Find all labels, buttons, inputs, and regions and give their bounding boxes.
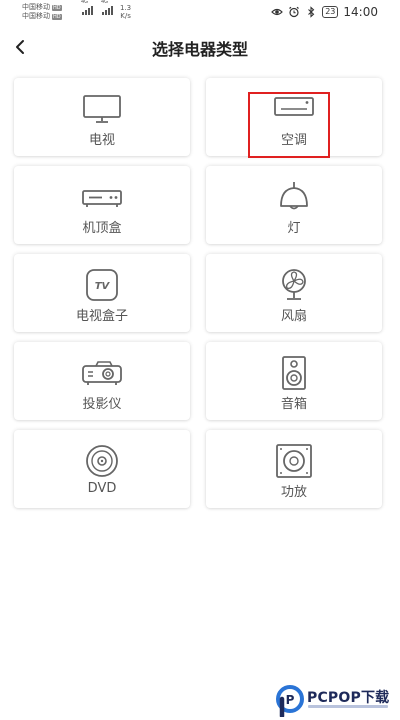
pcpop-logo-icon: P xyxy=(276,685,304,717)
device-card-dvd[interactable]: DVD xyxy=(14,430,190,508)
network-speed: 1.3 K/s xyxy=(120,4,131,20)
status-icons: 23 14:00 xyxy=(271,5,378,19)
speaker-icon xyxy=(282,356,306,390)
amplifier-icon xyxy=(276,444,312,478)
tv-box-icon-text: TV xyxy=(95,281,111,292)
air-conditioner-icon xyxy=(274,97,314,116)
network-type-1: 4G xyxy=(81,0,89,5)
device-card-tv-box[interactable]: TV 电视盒子 xyxy=(14,254,190,332)
hd-badge: HD xyxy=(52,4,62,11)
device-label: 功放 xyxy=(280,485,307,500)
fan-icon xyxy=(282,269,306,300)
device-card-projector[interactable]: 投影仪 xyxy=(14,342,190,420)
device-label: 机顶盒 xyxy=(82,221,122,236)
device-label: 空调 xyxy=(280,133,307,148)
device-label: 电视盒子 xyxy=(75,309,128,324)
speed-unit: K/s xyxy=(120,12,131,20)
battery-icon: 23 xyxy=(322,6,339,18)
tv-box-icon: TV xyxy=(86,269,118,301)
logo-letter: P xyxy=(286,693,295,707)
device-card-speaker[interactable]: 音箱 xyxy=(206,342,382,420)
watermark-text: PCPOP下载 xyxy=(307,690,390,706)
device-label: 风扇 xyxy=(280,309,307,324)
alarm-icon xyxy=(289,6,300,18)
lamp-icon xyxy=(280,182,308,210)
device-label: 音箱 xyxy=(280,397,307,412)
bluetooth-icon xyxy=(308,6,315,18)
device-label: 灯 xyxy=(287,221,301,236)
signal-icon: 4G xyxy=(81,0,93,15)
app-header: 选择电器类型 xyxy=(0,30,400,64)
clock: 14:00 xyxy=(343,5,378,19)
carrier-info: 中国移动 HD 中国移动 HD xyxy=(22,3,62,21)
projector-icon xyxy=(82,361,122,385)
hd-badge-2: HD xyxy=(52,13,62,20)
device-card-amplifier[interactable]: 功放 xyxy=(206,430,382,508)
carrier-2: 中国移动 xyxy=(22,12,50,20)
tv-icon xyxy=(83,95,121,123)
watermark-subline xyxy=(308,705,388,708)
device-label: 电视 xyxy=(88,133,115,148)
device-card-tv[interactable]: 电视 xyxy=(14,78,190,156)
device-card-lamp[interactable]: 灯 xyxy=(206,166,382,244)
device-label: DVD xyxy=(87,481,117,496)
signal-icon-2: 4G xyxy=(101,0,113,15)
set-top-box-icon xyxy=(82,190,122,207)
status-bar: 中国移动 HD 中国移动 HD 4G 4G 1.3 K/s 23 14:00 xyxy=(0,0,400,28)
network-type-2: 4G xyxy=(101,0,109,5)
carrier-1: 中国移动 xyxy=(22,3,50,11)
device-card-set-top-box[interactable]: 机顶盒 xyxy=(14,166,190,244)
device-card-fan[interactable]: 风扇 xyxy=(206,254,382,332)
dvd-icon xyxy=(86,445,118,477)
device-label: 投影仪 xyxy=(82,397,122,412)
speed-value: 1.3 xyxy=(120,4,132,12)
watermark-logo: P PCPOP下载 xyxy=(276,683,400,719)
device-card-air-conditioner[interactable]: 空调 xyxy=(206,78,382,156)
eye-icon xyxy=(271,8,284,16)
page-title: 选择电器类型 xyxy=(151,40,248,59)
